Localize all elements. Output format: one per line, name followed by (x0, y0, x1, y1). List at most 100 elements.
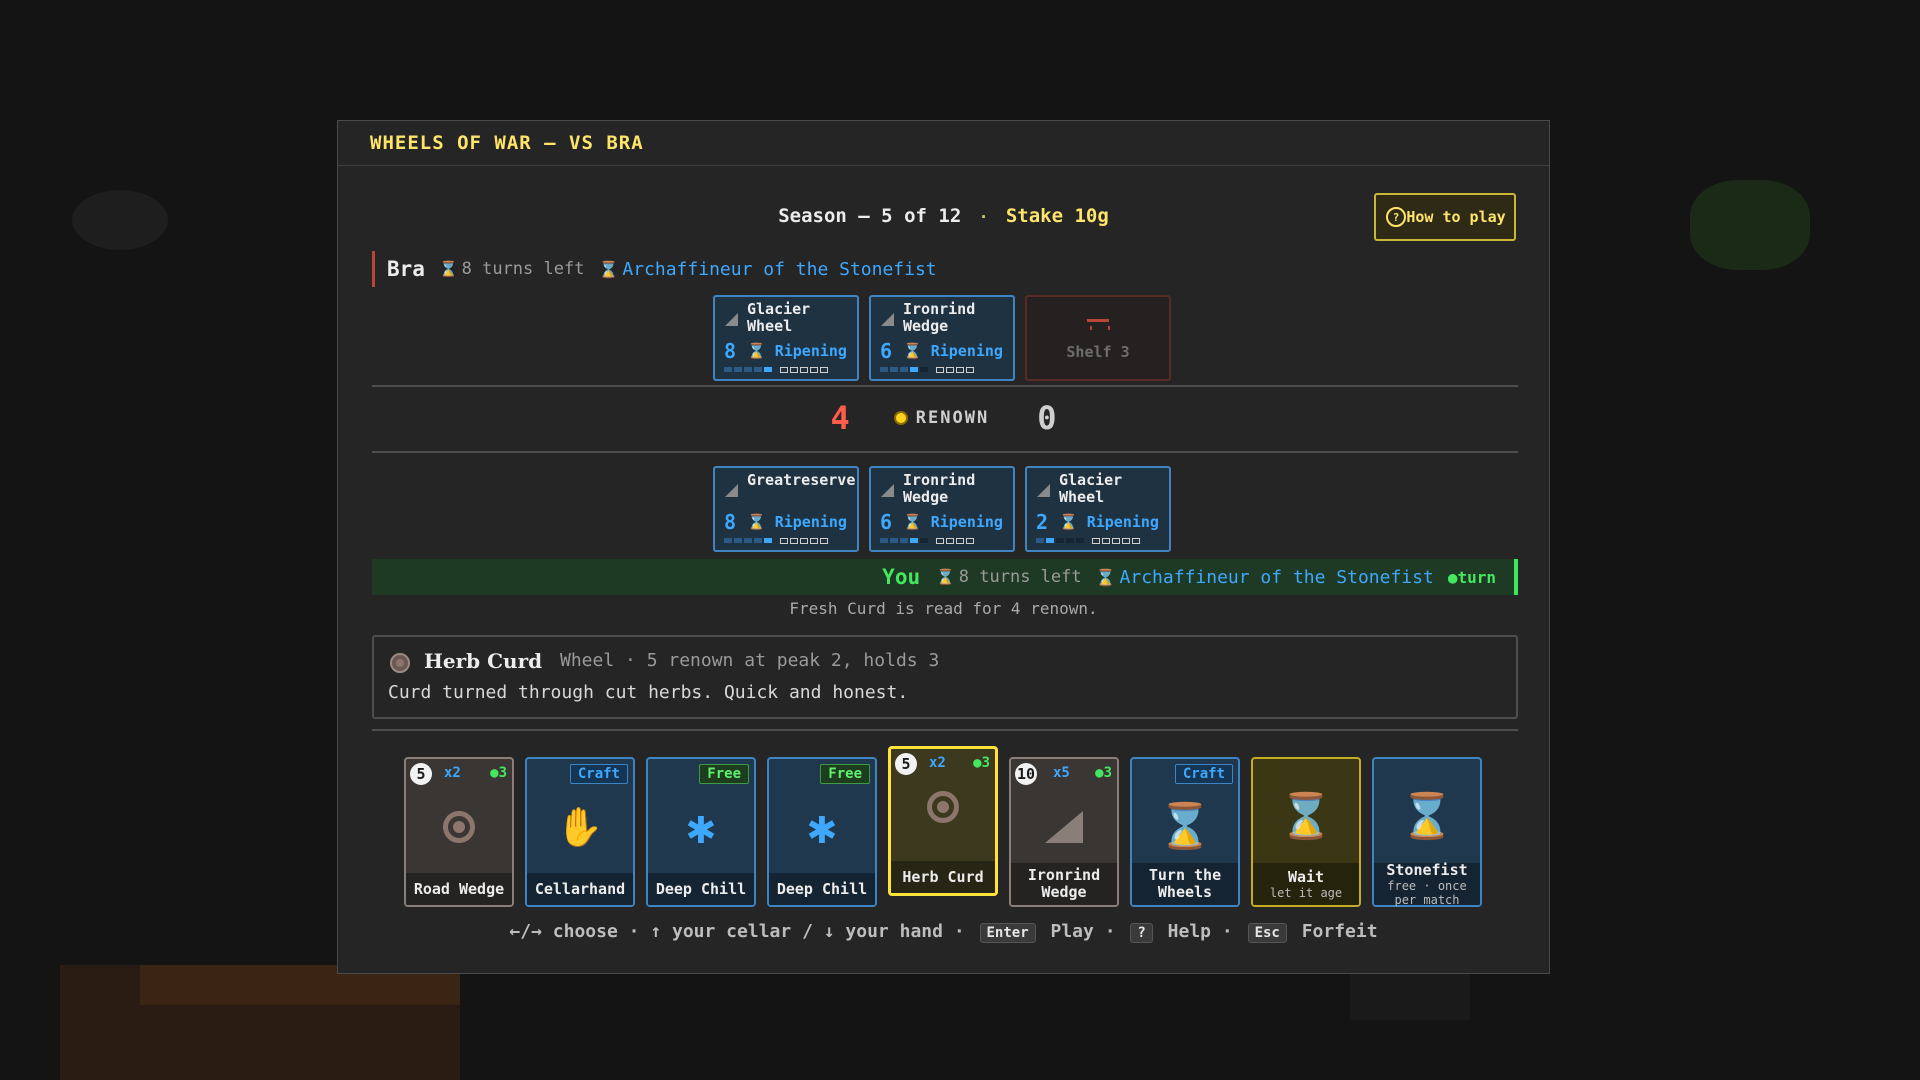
cheese-name: Ironrind Wedge (903, 471, 976, 506)
card-label-area: Road Wedge (406, 873, 512, 905)
card-info-meta: Wheel · 5 renown at peak 2, holds 3 (560, 650, 940, 671)
hold-slot (1102, 538, 1110, 544)
ripeness-bar (724, 367, 828, 373)
hint-choose: ←/→ choose (509, 921, 618, 942)
hourglass-icon: ⌛ (1278, 791, 1334, 842)
how-to-play-button[interactable]: ? How to play (1374, 193, 1516, 241)
hourglass-icon: ⌛ (936, 568, 955, 586)
cheese-status: ⌛ Ripening (903, 342, 1003, 360)
hand-card[interactable]: 10 x5 ●3 Ironrind Wedge (1009, 757, 1119, 907)
cheese-status: ⌛ Ripening (903, 513, 1003, 531)
ripeness-bar (880, 367, 974, 373)
hold-slot (956, 367, 964, 373)
hold-slot (790, 367, 798, 373)
ripeness-segment (724, 538, 732, 543)
cost-badge: 5 (410, 763, 432, 785)
hand-card[interactable]: Craft ✋ Cellarhand (525, 757, 635, 907)
hold-slot (956, 538, 964, 544)
card-tag: Craft (1174, 764, 1233, 784)
cellar-cheese[interactable]: Ironrind Wedge 6 ⌛ Ripening (869, 295, 1015, 381)
hold-slot (966, 367, 974, 373)
ripeness-bar (724, 538, 828, 544)
cheese-name: Glacier Wheel (1059, 471, 1123, 506)
wedge-icon (1045, 811, 1083, 843)
separator: / (802, 921, 813, 942)
ripeness-segment (880, 367, 888, 372)
hold-slot (820, 367, 828, 373)
ripeness-segment (910, 538, 918, 543)
opponent-turns: 8 turns left (461, 259, 585, 279)
cheese-value: 6 (880, 510, 893, 534)
hand-card[interactable]: Free ✱ Deep Chill (767, 757, 877, 907)
card-info-panel: Herb Curd Wheel · 5 renown at peak 2, ho… (372, 635, 1518, 719)
opponent-title: Archaffineur of the Stonefist (622, 258, 937, 280)
ripeness-segment (744, 367, 752, 372)
ripeness-segment (920, 367, 928, 372)
player-hand: 5 x2 ●3 Road Wedge Craft ✋ Cellarhand Free ✱ Deep… (404, 746, 1482, 907)
hand-card[interactable]: Free ✱ Deep Chill (646, 757, 756, 907)
card-label: Turn the Wheels (1148, 866, 1222, 901)
opponent-line: Bra ⌛ 8 turns left ⌛ Archaffineur of the… (372, 251, 937, 287)
modal-title: WHEELS OF WAR — VS BRA (370, 132, 644, 154)
game-modal: WHEELS OF WAR — VS BRA Season — 5 of 12 … (337, 120, 1550, 974)
card-label: Cellarhand (534, 879, 626, 898)
hand-card[interactable]: ⌛ Wait let it age (1251, 757, 1361, 907)
ripeness-segment (890, 367, 898, 372)
renown-scoreboard: 4 RENOWN 0 (338, 399, 1549, 437)
cheese-value: 6 (880, 339, 893, 363)
cheese-value: 2 (1036, 510, 1049, 534)
player-turns: 8 turns left (958, 567, 1082, 587)
card-art (1011, 799, 1117, 855)
hand-card[interactable]: Craft ⌛ Turn the Wheels (1130, 757, 1240, 907)
card-art: ⌛ (1374, 789, 1480, 845)
card-tag: Free (820, 764, 870, 784)
card-art (891, 779, 995, 835)
hand-card[interactable]: 5 x2 ●3 Road Wedge (404, 757, 514, 907)
cellar-cheese[interactable]: Glacier Wheel 8 ⌛ Ripening (713, 295, 859, 381)
cellar-cheese[interactable]: Ironrind Wedge 6 ⌛ Ripening (869, 466, 1015, 552)
hint-play: Play (1050, 921, 1094, 942)
card-label: Herb Curd (902, 867, 984, 886)
hint-forfeit: Forfeit (1301, 921, 1378, 942)
hold-slot (810, 538, 818, 544)
ripeness-segment (900, 367, 908, 372)
status-label: Ripening (1086, 513, 1159, 531)
card-label-area: Cellarhand (527, 873, 633, 905)
card-label: Deep Chill (655, 879, 747, 898)
card-label-area: Ironrind Wedge (1011, 863, 1117, 905)
hold-slot (800, 538, 808, 544)
wedge-icon (725, 484, 738, 497)
background-tree (1690, 180, 1810, 270)
hold-slot (810, 367, 818, 373)
hold-slot (1122, 538, 1130, 544)
help-icon: ? (1386, 207, 1406, 227)
opponent-score: 4 (830, 399, 850, 437)
hint-hand: ↓ your hand (823, 921, 943, 942)
card-label: Ironrind Wedge (1027, 866, 1101, 901)
card-art: ✋ (527, 799, 633, 855)
separator: · (1221, 921, 1233, 942)
card-sublabel: free · once per match (1387, 878, 1467, 907)
card-art: ✱ (648, 799, 754, 855)
cellar-cheese[interactable]: Greatreserve 8 ⌛ Ripening (713, 466, 859, 552)
ripeness-segment (754, 538, 762, 543)
renown-label: RENOWN (915, 408, 990, 428)
ripeness-bar (880, 538, 974, 544)
hand-card[interactable]: ⌛ Stonefist free · once per match (1372, 757, 1482, 907)
separator: · (953, 921, 965, 942)
divider (372, 729, 1518, 731)
wheel-icon (927, 791, 959, 823)
hand-card[interactable]: 5 x2 ●3 Herb Curd (888, 746, 998, 896)
wedge-icon (725, 313, 738, 326)
modal-header: WHEELS OF WAR — VS BRA (338, 121, 1549, 166)
renown-badge: ●3 (490, 765, 507, 781)
hold-slot (946, 367, 954, 373)
player-score: 0 (1037, 399, 1057, 437)
ripeness-segment (764, 538, 772, 543)
cellar-cheese[interactable]: Glacier Wheel 2 ⌛ Ripening (1025, 466, 1171, 552)
ripeness-segment (1046, 538, 1054, 543)
card-label-area: Turn the Wheels (1132, 863, 1238, 905)
hold-slot (936, 367, 944, 373)
hold-slot (1092, 538, 1100, 544)
card-label-area: Herb Curd (891, 861, 995, 893)
